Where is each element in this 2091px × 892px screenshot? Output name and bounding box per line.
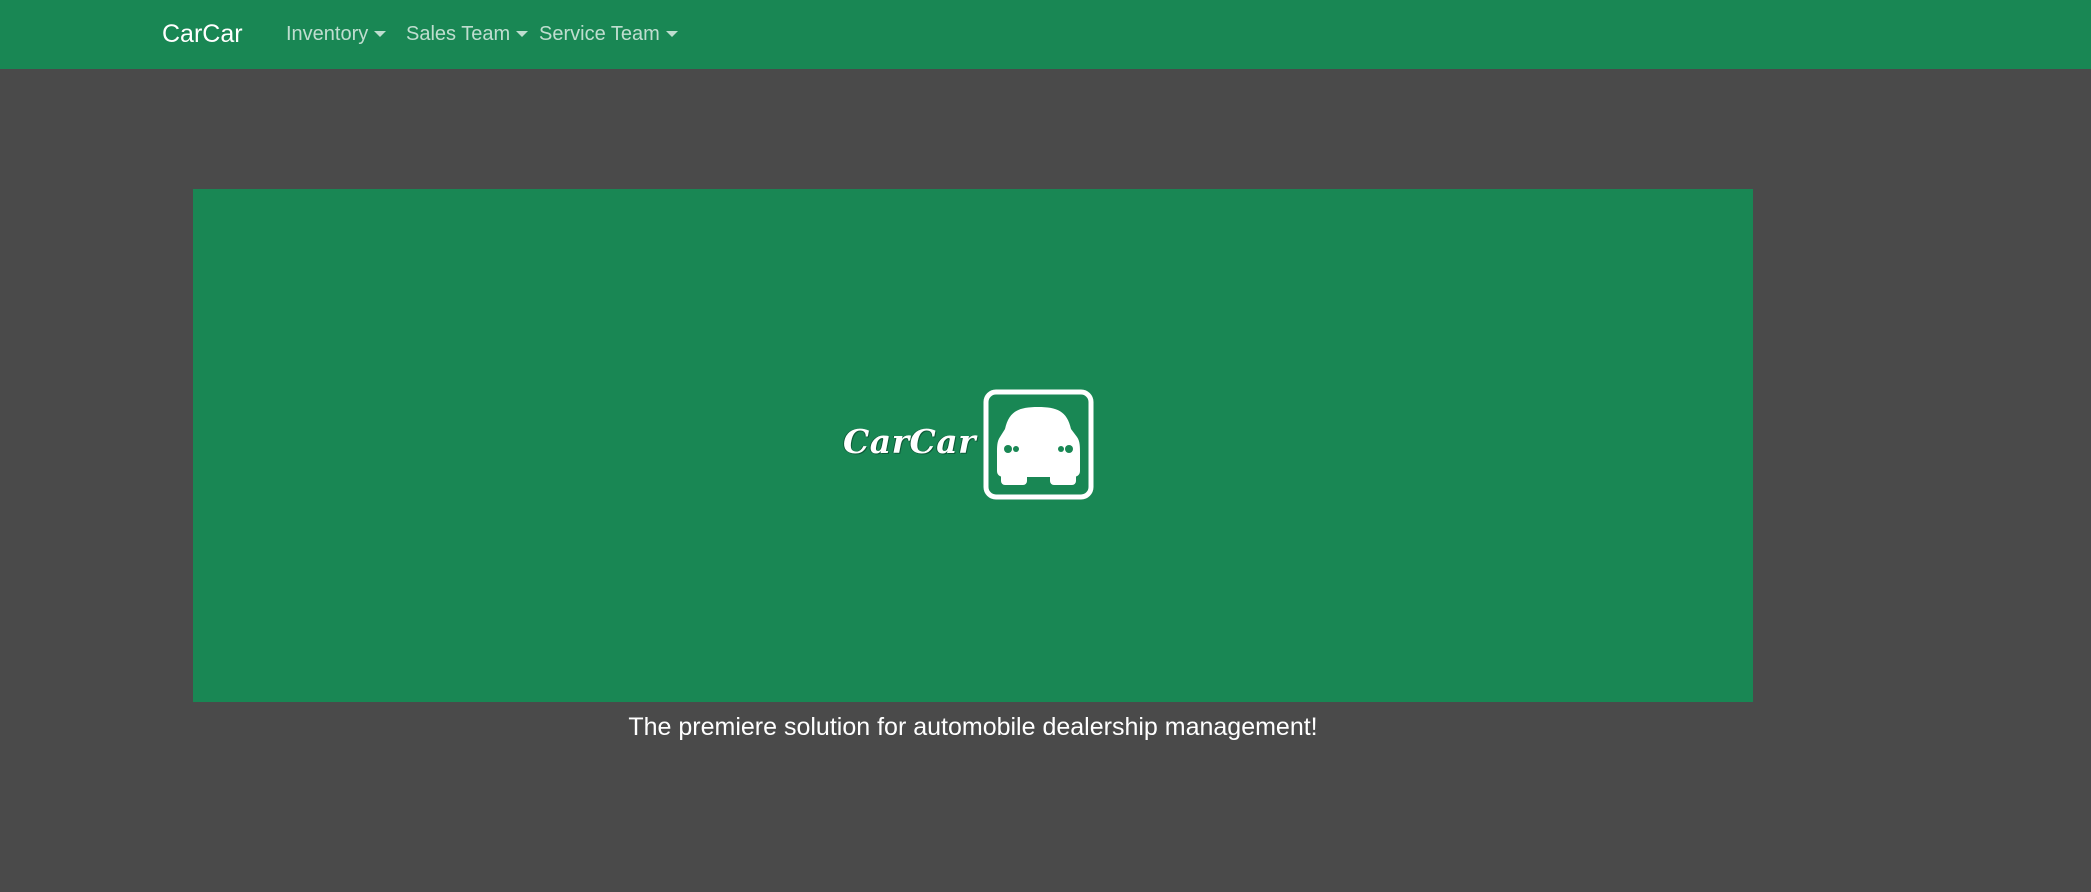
car-front-icon — [983, 389, 1094, 500]
hero-banner: CarCar — [193, 189, 1753, 702]
carcar-logo: CarCar — [843, 389, 1103, 501]
nav-dropdown-sales-team[interactable]: Sales Team — [406, 0, 529, 69]
nav-service-team-label: Service Team — [539, 23, 660, 45]
brand-link[interactable]: CarCar — [162, 0, 243, 69]
nav-sales-team-label: Sales Team — [406, 23, 511, 45]
nav-inventory-label: Inventory — [286, 23, 369, 45]
top-navbar: CarCar Inventory Sales Team Service Team — [0, 0, 2091, 69]
caret-down-icon — [374, 31, 387, 37]
nav-dropdown-inventory[interactable]: Inventory — [286, 0, 387, 69]
logo-text: CarCar — [843, 422, 977, 461]
caret-down-icon — [516, 31, 529, 37]
caret-down-icon — [665, 31, 678, 37]
nav-dropdown-service-team[interactable]: Service Team — [539, 0, 678, 69]
hero-tagline: The premiere solution for automobile dea… — [628, 713, 1318, 741]
